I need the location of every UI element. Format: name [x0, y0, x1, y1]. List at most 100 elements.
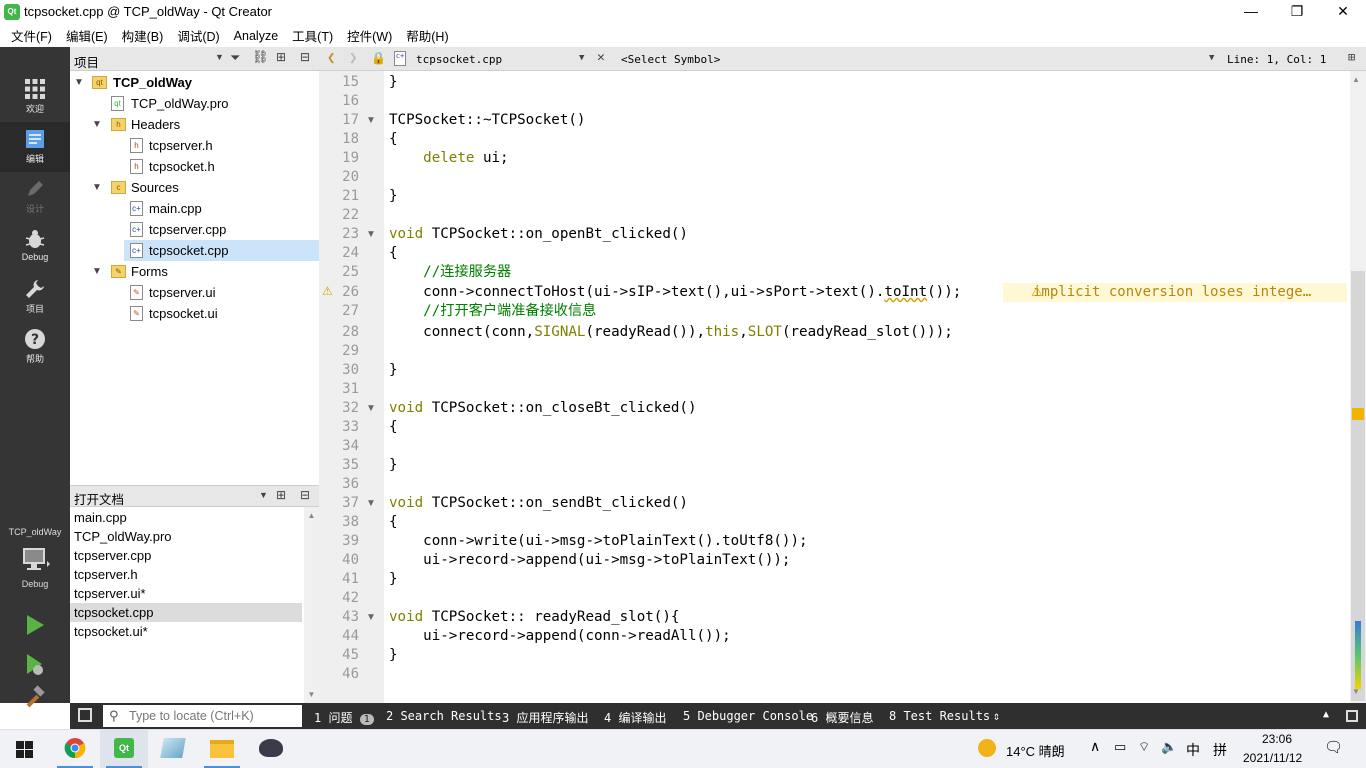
- code-line[interactable]: void TCPSocket::on_openBt_clicked(): [389, 225, 688, 244]
- build-button[interactable]: [22, 685, 48, 711]
- taskbar-file-explorer[interactable]: [198, 729, 246, 768]
- code-line[interactable]: }: [389, 187, 398, 206]
- split-icon[interactable]: ⊞: [1348, 50, 1355, 64]
- open-doc-item[interactable]: tcpserver.ui*: [70, 584, 302, 603]
- code-line[interactable]: {: [389, 418, 398, 437]
- close-button[interactable]: ✕: [1320, 0, 1366, 24]
- code-line[interactable]: {: [389, 513, 398, 532]
- mode-projects[interactable]: 项目: [0, 272, 70, 322]
- close-file-icon[interactable]: ✕: [597, 50, 605, 65]
- fold-marker-icon[interactable]: ▼: [366, 225, 376, 244]
- wifi-icon[interactable]: ⌔: [1138, 739, 1150, 755]
- tab-general-messages[interactable]: 6 概要信息: [811, 709, 873, 726]
- code-line[interactable]: }: [389, 361, 398, 380]
- clock-time[interactable]: 23:06: [1262, 732, 1292, 746]
- close-panel-icon[interactable]: ⊟: [300, 50, 310, 64]
- symbol-selector[interactable]: <Select Symbol>: [621, 53, 720, 66]
- clock-date[interactable]: 2021/11/12: [1243, 751, 1302, 765]
- menu-debug[interactable]: 调试(D): [170, 26, 226, 45]
- tab-search-results[interactable]: 2 Search Results: [386, 709, 502, 723]
- fold-marker-icon[interactable]: ▼: [366, 111, 376, 130]
- tree-item-forms[interactable]: ▼ ✎ Forms: [70, 261, 319, 282]
- code-line[interactable]: conn->connectToHost(ui->sIP->text(),ui->…: [389, 283, 961, 302]
- open-doc-item[interactable]: TCP_oldWay.pro: [70, 527, 302, 546]
- tree-item-pro[interactable]: qt TCP_oldWay.pro: [70, 93, 319, 114]
- code-line[interactable]: ui->record->append(ui->msg->toPlainText(…: [389, 551, 790, 570]
- tree-item-tcpsocket-ui[interactable]: ✎ tcpsocket.ui: [70, 303, 319, 324]
- tree-item-tcpserver-h[interactable]: h tcpserver.h: [70, 135, 319, 156]
- code-line[interactable]: }: [389, 646, 398, 665]
- code-line[interactable]: conn->write(ui->msg->toPlainText().toUtf…: [389, 532, 807, 551]
- code-line[interactable]: }: [389, 456, 398, 475]
- tree-item-tcpserver-cpp[interactable]: c+ tcpserver.cpp: [70, 219, 319, 240]
- weather-sun-icon[interactable]: [978, 739, 996, 757]
- menu-analyze[interactable]: Analyze: [227, 29, 285, 43]
- menu-file[interactable]: 文件(F): [4, 26, 59, 45]
- mode-design[interactable]: 设计: [0, 172, 70, 222]
- weather-text[interactable]: 14°C 晴朗: [1006, 741, 1065, 760]
- battery-icon[interactable]: ▭: [1114, 739, 1126, 755]
- ime-pinyin[interactable]: 拼: [1213, 740, 1227, 760]
- inline-warning[interactable]: implicit conversion loses intege…: [1003, 283, 1347, 302]
- cursor-position[interactable]: Line: 1, Col: 1: [1227, 53, 1326, 66]
- tree-item-sources[interactable]: ▼ c Sources: [70, 177, 319, 198]
- tab-compile-output[interactable]: 4 编译输出: [604, 709, 666, 726]
- menu-edit[interactable]: 编辑(E): [59, 26, 115, 45]
- fold-marker-icon[interactable]: ▼: [366, 399, 376, 418]
- ime-mode[interactable]: 中: [1186, 740, 1200, 760]
- open-doc-item[interactable]: main.cpp: [70, 508, 302, 527]
- tab-issues[interactable]: 1 问题 1: [314, 709, 374, 726]
- locator-input[interactable]: ⚲ Type to locate (Ctrl+K): [103, 705, 302, 727]
- link-icon[interactable]: ⛓: [252, 49, 269, 65]
- kit-selector[interactable]: [20, 545, 50, 575]
- mode-welcome[interactable]: 欢迎: [0, 72, 70, 122]
- code-line[interactable]: }: [389, 570, 398, 589]
- menu-build[interactable]: 构建(B): [115, 26, 171, 45]
- code-line[interactable]: {: [389, 244, 398, 263]
- code-line[interactable]: connect(conn,SIGNAL(readyRead()),this,SL…: [389, 323, 953, 342]
- filter-icon[interactable]: ⏷: [230, 50, 240, 66]
- close-panel-icon[interactable]: ⊟: [300, 488, 310, 502]
- taskbar-qt-creator[interactable]: Qt: [100, 729, 148, 768]
- toggle-sidebar-icon[interactable]: [78, 708, 92, 722]
- scroll-up-tab-icon[interactable]: ▲: [1323, 709, 1329, 720]
- output-pane-toggle-icon[interactable]: [1346, 710, 1358, 722]
- tree-item-tcpsocket-h[interactable]: h tcpsocket.h: [70, 156, 319, 177]
- code-line[interactable]: ui->record->append(conn->readAll());: [389, 627, 731, 646]
- collapse-arrow-icon[interactable]: ▼: [92, 261, 104, 282]
- code-line[interactable]: //打开客户端准备接收信息: [389, 302, 596, 321]
- split-icon[interactable]: ⊞: [276, 488, 286, 502]
- current-file-name[interactable]: tcpsocket.cpp: [416, 53, 502, 66]
- code-line[interactable]: void TCPSocket::on_sendBt_clicked(): [389, 494, 688, 513]
- open-docs-scrollbar[interactable]: ▲ ▼: [304, 507, 319, 703]
- scroll-down-icon[interactable]: ▼: [1352, 687, 1360, 696]
- menu-widgets[interactable]: 控件(W): [340, 26, 399, 45]
- tree-item-tcpsocket-cpp[interactable]: c+ tcpsocket.cpp: [70, 240, 319, 261]
- view-dropdown-icon[interactable]: ▼: [215, 52, 224, 62]
- fold-marker-icon[interactable]: ▼: [366, 608, 376, 627]
- code-line[interactable]: delete ui;: [389, 149, 508, 168]
- minimize-button[interactable]: —: [1228, 0, 1274, 24]
- code-line[interactable]: }: [389, 73, 398, 92]
- open-doc-item[interactable]: tcpsocket.ui*: [70, 622, 302, 641]
- open-doc-item[interactable]: tcpsocket.cpp: [70, 603, 302, 622]
- collapse-arrow-icon[interactable]: ▼: [92, 177, 104, 198]
- taskbar-app-2[interactable]: [247, 729, 295, 768]
- symbol-dropdown-icon[interactable]: ▼: [1209, 53, 1214, 63]
- tree-item-main-cpp[interactable]: c+ main.cpp: [70, 198, 319, 219]
- more-tabs-icon[interactable]: ⇕: [993, 709, 1000, 723]
- mode-edit[interactable]: 编辑: [0, 122, 70, 172]
- taskbar-app[interactable]: [149, 729, 197, 768]
- volume-icon[interactable]: 🔈: [1161, 739, 1177, 755]
- open-doc-item[interactable]: tcpserver.h: [70, 565, 302, 584]
- mode-debug[interactable]: Debug: [0, 222, 70, 272]
- code-line[interactable]: void TCPSocket:: readyRead_slot(){: [389, 608, 679, 627]
- show-hidden-icons-icon[interactable]: ∧: [1090, 738, 1100, 755]
- menu-tools[interactable]: 工具(T): [285, 26, 340, 45]
- notifications-icon[interactable]: 🗨: [1324, 738, 1343, 756]
- code-line[interactable]: {: [389, 130, 398, 149]
- debug-run-button[interactable]: [22, 651, 48, 677]
- tab-test-results[interactable]: 8 Test Results: [889, 709, 990, 723]
- forward-arrow-icon[interactable]: ❯: [349, 50, 357, 66]
- scroll-up-icon[interactable]: ▲: [1352, 75, 1360, 84]
